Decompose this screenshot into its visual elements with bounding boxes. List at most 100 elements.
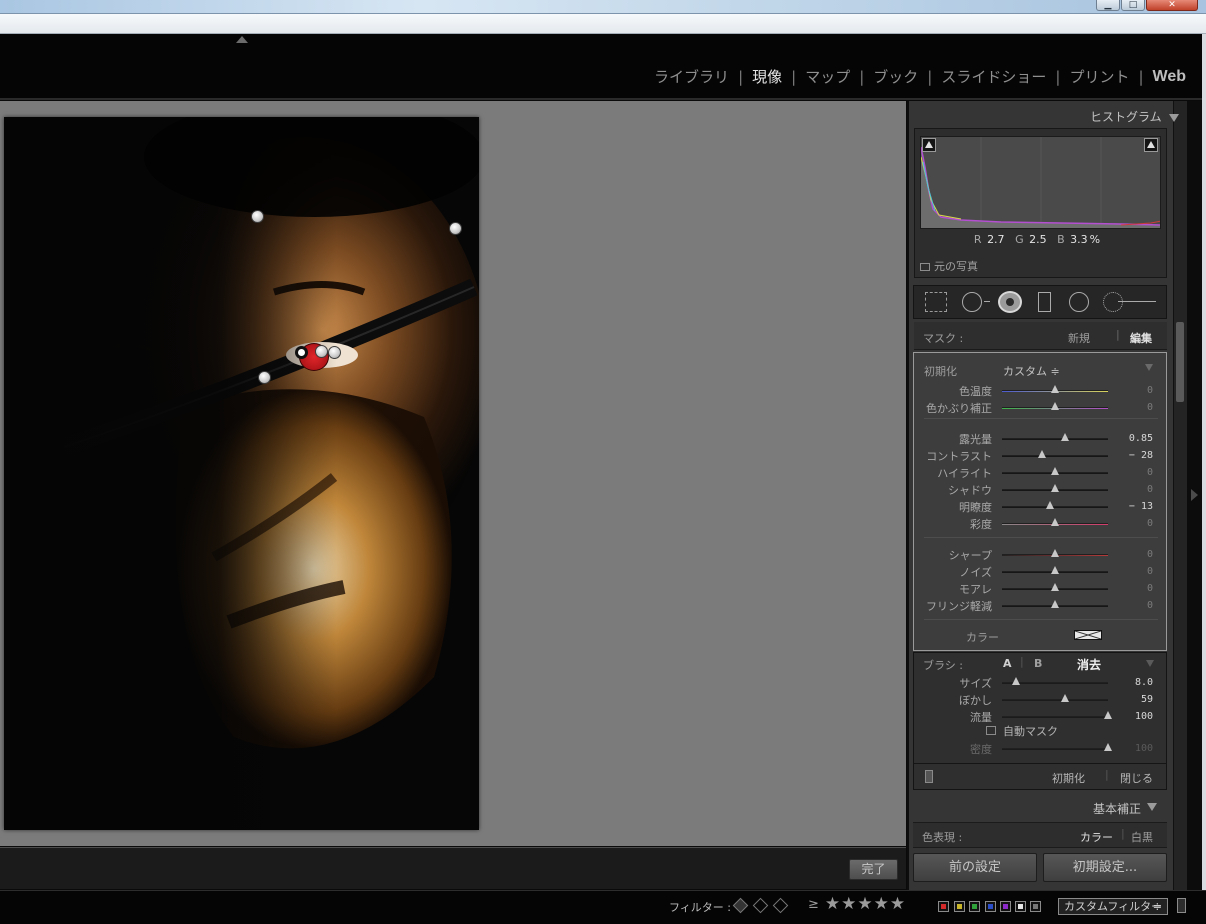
automask-checkbox[interactable] (986, 726, 996, 735)
basic-panel-header[interactable]: 基本補正 (914, 796, 1167, 820)
module-book[interactable]: ブック (873, 66, 918, 87)
color-label-purple-icon[interactable] (1000, 901, 1011, 912)
graduated-filter-icon[interactable] (1038, 292, 1051, 312)
slider-value[interactable]: 0 (1111, 549, 1153, 560)
shadow-clipping-icon[interactable] (922, 138, 936, 152)
slider-knob[interactable] (1045, 501, 1054, 509)
minimize-button[interactable]: ▁ (1096, 0, 1120, 11)
panel-scroll-thumb[interactable] (1176, 322, 1184, 402)
panel-switch-icon[interactable] (925, 770, 933, 783)
slider-value[interactable]: 0 (1111, 518, 1153, 529)
histogram-header[interactable]: ヒストグラム (1090, 108, 1179, 125)
photo-preview[interactable] (4, 117, 479, 830)
adjustment-pin[interactable] (251, 210, 264, 223)
adjustment-pin[interactable] (315, 345, 328, 358)
brush-feather-slider[interactable] (1002, 699, 1108, 701)
custom-filter-dropdown[interactable]: カスタムフィルター ≑ (1058, 898, 1168, 915)
slider-value[interactable]: 0 (1111, 467, 1153, 478)
brush-flow-slider[interactable] (1002, 716, 1108, 718)
brush-flow-value[interactable]: 100 (1111, 711, 1153, 722)
color-label-red-icon[interactable] (938, 901, 949, 912)
active-pin[interactable] (295, 346, 308, 359)
slider-knob[interactable] (1051, 566, 1059, 574)
treatment-bw-button[interactable]: 白黒 (1131, 829, 1153, 845)
slider-value[interactable]: − 13 (1111, 501, 1153, 512)
slider-knob[interactable] (1051, 385, 1059, 393)
slider-value[interactable]: 0 (1111, 402, 1153, 413)
slider-knob[interactable] (1038, 450, 1047, 458)
slider-knob[interactable] (1051, 484, 1059, 492)
module-web[interactable]: Web (1153, 68, 1186, 86)
slider-value[interactable]: − 28 (1111, 450, 1153, 461)
filter-lock-icon[interactable] (1177, 898, 1186, 913)
rating-filter[interactable]: ≥ ★★★★★ (808, 894, 906, 914)
slider-value[interactable]: 0 (1111, 484, 1153, 495)
brush-b-tab[interactable]: B (1034, 657, 1042, 670)
module-slideshow[interactable]: スライドショー (941, 66, 1046, 87)
slider-value[interactable]: 0 (1111, 385, 1153, 396)
slider-knob[interactable] (1104, 743, 1112, 751)
slider-knob[interactable] (1104, 711, 1112, 719)
slider-knob[interactable] (1051, 518, 1059, 526)
adjustment-brush-icon[interactable] (1103, 292, 1123, 312)
color-label-green-icon[interactable] (969, 901, 980, 912)
collapse-triangle-icon[interactable] (1145, 364, 1153, 371)
histogram-graph[interactable] (920, 136, 1161, 229)
adjustment-pin[interactable] (449, 222, 462, 235)
color-label-custom-icon[interactable] (1015, 901, 1026, 912)
slider-knob[interactable] (1051, 467, 1059, 475)
module-develop[interactable]: 現像 (752, 66, 782, 87)
treatment-color-button[interactable]: カラー (1080, 829, 1113, 845)
effect-slider[interactable] (1002, 506, 1108, 508)
collapse-triangle-icon[interactable] (1168, 113, 1179, 122)
rating-operator[interactable]: ≥ (808, 897, 820, 912)
previous-settings-button[interactable]: 前の設定 (913, 853, 1037, 882)
radial-filter-icon[interactable] (1069, 292, 1089, 312)
slider-knob[interactable] (1060, 694, 1069, 702)
adjustment-pin[interactable] (328, 346, 341, 359)
mask-close-button[interactable]: 閉じる (1120, 770, 1153, 786)
top-panel-toggle-icon[interactable] (236, 36, 248, 43)
brush-density-slider[interactable] (1002, 748, 1108, 750)
module-library[interactable]: ライブラリ (654, 66, 729, 87)
slider-value[interactable]: 0 (1111, 566, 1153, 577)
color-label-none-icon[interactable] (1030, 901, 1041, 912)
automask-label[interactable]: 自動マスク (1003, 723, 1058, 739)
module-map[interactable]: マップ (805, 66, 850, 87)
color-swatch[interactable] (1074, 630, 1102, 640)
mask-reset-button[interactable]: 初期化 (1052, 770, 1085, 786)
red-eye-icon[interactable] (998, 291, 1022, 313)
slider-knob[interactable] (1011, 677, 1020, 685)
panel-scrollbar[interactable] (1173, 101, 1187, 890)
close-window-button[interactable]: ✕ (1146, 0, 1198, 11)
slider-value[interactable]: 0.85 (1111, 433, 1153, 444)
star-rating-icon[interactable]: ★★★★★ (825, 894, 906, 914)
slider-knob[interactable] (1060, 433, 1069, 441)
effect-slider[interactable] (1002, 438, 1108, 440)
slider-value[interactable]: 0 (1111, 583, 1153, 594)
module-print[interactable]: プリント (1069, 66, 1129, 87)
spot-removal-icon[interactable] (962, 292, 982, 312)
slider-value[interactable]: 0 (1111, 600, 1153, 611)
brush-feather-value[interactable]: 59 (1111, 694, 1153, 705)
slider-knob[interactable] (1051, 549, 1059, 557)
color-label-blue-icon[interactable] (985, 901, 996, 912)
original-photo-checkbox[interactable]: 元の写真 (920, 258, 978, 274)
maximize-button[interactable]: □ (1121, 0, 1145, 11)
brush-a-tab[interactable]: A (1003, 657, 1012, 670)
slider-knob[interactable] (1051, 600, 1059, 608)
brush-density-value[interactable]: 100 (1111, 743, 1153, 754)
mask-new-button[interactable]: 新規 (1068, 330, 1090, 346)
brush-size-value[interactable]: 8.0 (1111, 677, 1153, 688)
slider-knob[interactable] (1051, 583, 1059, 591)
right-panel-toggle-icon[interactable] (1191, 489, 1198, 501)
slider-knob[interactable] (1051, 402, 1059, 410)
reset-settings-button[interactable]: 初期設定... (1043, 853, 1167, 882)
effect-reset-label[interactable]: 初期化 (924, 363, 957, 379)
mask-edit-button[interactable]: 編集 (1130, 330, 1152, 346)
crop-tool-icon[interactable] (925, 292, 947, 312)
adjustment-pin[interactable] (258, 371, 271, 384)
done-button[interactable]: 完了 (849, 859, 898, 880)
highlight-clipping-icon[interactable] (1144, 138, 1158, 152)
collapse-triangle-icon[interactable] (1146, 660, 1154, 667)
